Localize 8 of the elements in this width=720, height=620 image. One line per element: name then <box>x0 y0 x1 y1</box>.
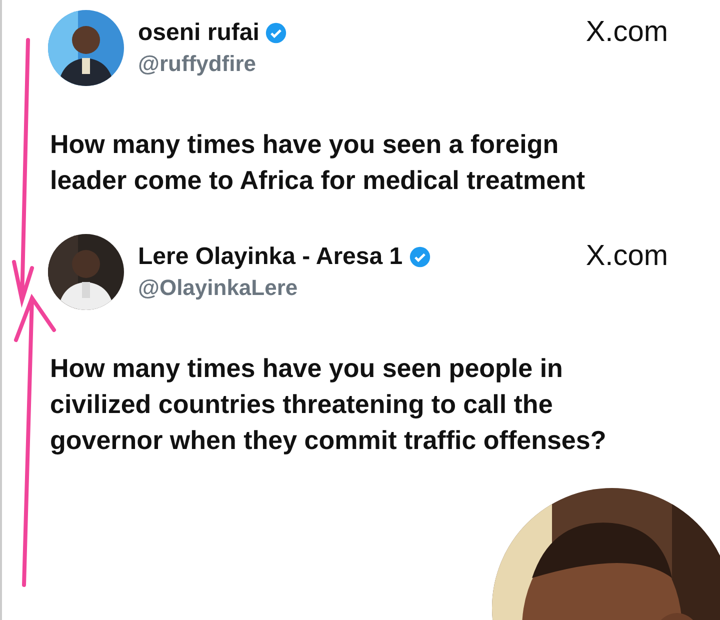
source-label: X.com <box>586 16 668 49</box>
author-handle[interactable]: @ruffydfire <box>138 51 572 77</box>
author-name[interactable]: oseni rufai <box>138 19 260 47</box>
author-name[interactable]: Lere Olayinka - Aresa 1 <box>138 243 403 271</box>
tweet-text: How many times have you seen people in civilized countries threatening to call the governor when they commit traffic offenses? <box>50 352 608 457</box>
source-label: X.com <box>586 240 668 273</box>
tweet-text: How many times have you seen a foreign leader come to Africa for medical treatment <box>50 128 586 197</box>
author-handle[interactable]: @OlayinkaLere <box>138 275 572 301</box>
